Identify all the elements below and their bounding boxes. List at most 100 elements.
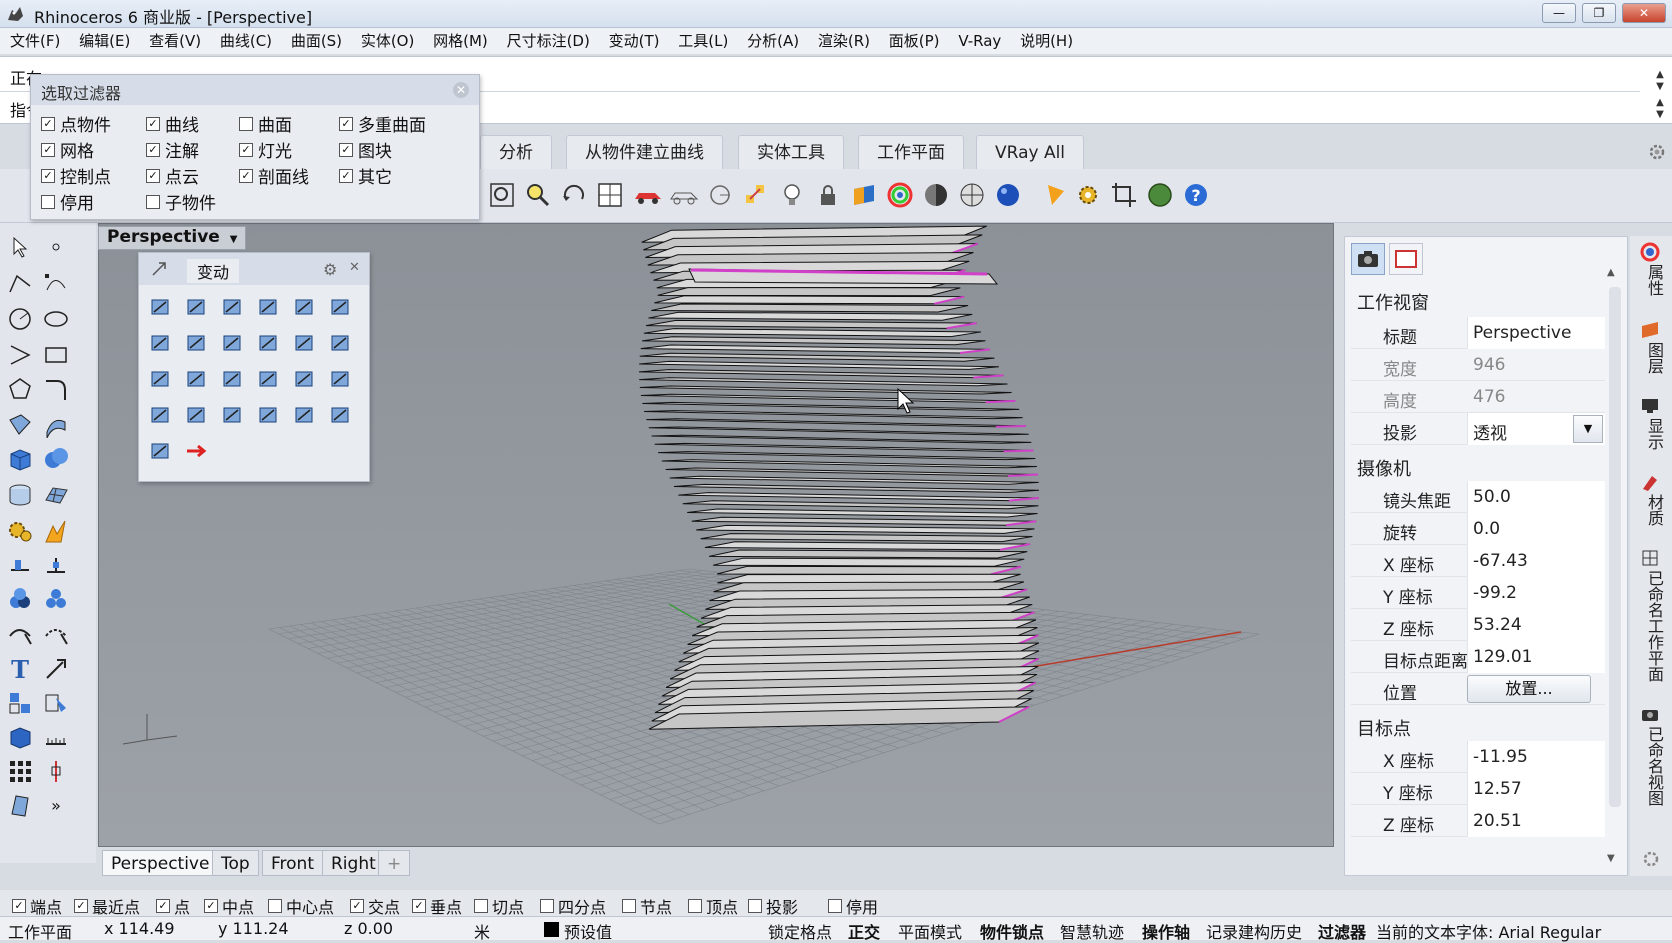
checkbox-box[interactable]: ✓ — [41, 116, 55, 131]
set-pt-icon[interactable] — [289, 363, 321, 395]
vp-tab-top[interactable]: Top — [212, 850, 259, 876]
camera-icon[interactable] — [1351, 243, 1385, 275]
status-gumball[interactable]: 操作轴 — [1142, 919, 1190, 943]
spotlight-icon[interactable] — [1040, 179, 1072, 211]
side-tab-layers[interactable]: 图层 — [1634, 342, 1666, 374]
tab-analyze[interactable]: 分析 — [480, 135, 552, 169]
menu-surface[interactable]: 曲面(S) — [286, 28, 347, 54]
render-gear-icon[interactable] — [4, 515, 36, 547]
panel-scrollbar[interactable] — [1609, 287, 1621, 807]
status-grid-snap[interactable]: 锁定格点 — [768, 919, 832, 943]
menu-curve[interactable]: 曲线(C) — [215, 28, 277, 54]
box-solid-icon[interactable] — [4, 443, 36, 475]
menu-file[interactable]: 文件(F) — [5, 28, 65, 54]
menu-vray[interactable]: V-Ray — [953, 28, 1006, 54]
status-layer[interactable]: 预设值 — [564, 919, 612, 943]
transform-panel-close-icon[interactable]: ✕ — [349, 260, 360, 275]
side-tab-named-views[interactable]: 已命名视图 — [1634, 726, 1666, 806]
circle-icon[interactable] — [4, 303, 36, 335]
menu-analyze[interactable]: 分析(A) — [742, 28, 804, 54]
align-icon[interactable] — [217, 327, 249, 359]
point-icon[interactable] — [40, 231, 72, 263]
menu-transform[interactable]: 变动(T) — [604, 28, 665, 54]
checkbox-box[interactable]: ✓ — [41, 142, 55, 157]
filter-checkbox-11[interactable]: ✓ 其它 — [339, 163, 392, 188]
filter-checkbox-13[interactable]: 子物件 — [146, 189, 216, 214]
array-icon[interactable] — [4, 755, 36, 787]
taper-icon[interactable] — [325, 327, 357, 359]
checkbox-box[interactable]: ✓ — [204, 899, 218, 913]
block-icon[interactable] — [40, 687, 72, 719]
transform-panel-gear-icon[interactable]: ⚙ — [323, 260, 337, 279]
menu-tools[interactable]: 工具(L) — [673, 28, 733, 54]
shaded-sphere-icon[interactable] — [920, 179, 952, 211]
render-sphere-blue-icon[interactable] — [992, 179, 1024, 211]
lock-icon[interactable] — [812, 179, 844, 211]
bend-icon[interactable] — [4, 789, 36, 821]
ellipse-icon[interactable] — [40, 303, 72, 335]
gears-icon[interactable] — [1072, 179, 1104, 211]
checkbox-box[interactable]: ✓ — [239, 168, 253, 183]
cube-icon[interactable] — [4, 721, 36, 753]
move-icon[interactable] — [145, 291, 177, 323]
flow-surface-icon[interactable] — [253, 399, 285, 431]
place-camera-button[interactable]: 放置... — [1467, 675, 1591, 703]
zoom-window-icon[interactable] — [522, 179, 554, 211]
maximize-button[interactable]: ❐ — [1582, 3, 1616, 23]
side-tab-display[interactable]: 显示 — [1634, 418, 1666, 450]
checkbox-box[interactable]: ✓ — [339, 142, 353, 157]
explode-icon[interactable] — [40, 515, 72, 547]
status-filter[interactable]: 过滤器 — [1318, 919, 1366, 943]
osnap-checkbox-5[interactable]: ✓ 交点 — [350, 894, 400, 918]
array-circle-icon[interactable] — [181, 363, 213, 395]
checkbox-box[interactable] — [828, 899, 842, 913]
side-tab-materials[interactable]: 材质 — [1634, 494, 1666, 526]
viewport-title[interactable]: Perspective ▼ — [98, 226, 247, 250]
gumball-icon[interactable] — [40, 755, 72, 787]
menu-panels[interactable]: 面板(P) — [884, 28, 945, 54]
arc-icon[interactable] — [4, 339, 36, 371]
osnap-checkbox-2[interactable]: ✓ 点 — [156, 894, 190, 918]
menu-help[interactable]: 说明(H) — [1015, 28, 1078, 54]
select-filter-close-icon[interactable]: ✕ — [453, 82, 469, 98]
panel-scroll-up-icon[interactable]: ▲ — [1607, 267, 1619, 283]
array-rect-icon[interactable] — [145, 363, 177, 395]
osnap-checkbox-0[interactable]: ✓ 端点 — [12, 894, 62, 918]
zoom-extents-icon[interactable] — [486, 179, 518, 211]
history-scroll-down-icon[interactable]: ▼ — [1652, 81, 1668, 95]
control-point-curve-icon[interactable] — [40, 267, 72, 299]
status-cplane[interactable]: 工作平面 — [8, 919, 72, 943]
osnap-checkbox-8[interactable]: 四分点 — [540, 894, 606, 918]
side-tab-named-cplanes[interactable]: 已命名工作平面 — [1634, 570, 1666, 682]
checkbox-box[interactable]: ✓ — [339, 116, 353, 131]
wireframe-car-icon[interactable] — [668, 179, 700, 211]
checkbox-box[interactable] — [688, 899, 702, 913]
osnap-checkbox-3[interactable]: ✓ 中点 — [204, 894, 254, 918]
cage-icon[interactable] — [181, 399, 213, 431]
trim-icon[interactable] — [4, 619, 36, 651]
checkbox-box[interactable] — [622, 899, 636, 913]
twist-box-icon[interactable] — [325, 399, 357, 431]
crop-tool-icon[interactable] — [1108, 179, 1140, 211]
side-tab-properties[interactable]: 属性 — [1634, 264, 1666, 296]
polyline-icon[interactable] — [4, 267, 36, 299]
filter-checkbox-2[interactable]: 曲面 — [239, 111, 292, 136]
fillet-curve-icon[interactable] — [40, 373, 72, 405]
status-planar[interactable]: 平面模式 — [898, 919, 962, 943]
panel-scroll-down-icon[interactable]: ▼ — [1607, 853, 1619, 869]
close-button[interactable]: ✕ — [1622, 3, 1666, 23]
dimension-icon[interactable] — [4, 549, 36, 581]
osnap-checkbox-7[interactable]: 切点 — [474, 894, 524, 918]
more-tools-icon[interactable]: » — [40, 789, 72, 821]
filter-checkbox-0[interactable]: ✓ 点物件 — [41, 111, 111, 136]
osnap-checkbox-11[interactable]: 投影 — [748, 894, 798, 918]
vp-tab-front[interactable]: Front — [262, 850, 323, 876]
cplane-icon[interactable] — [704, 179, 736, 211]
move-arrow-icon[interactable] — [40, 653, 72, 685]
checkbox-box[interactable] — [41, 194, 55, 209]
select-filter-header[interactable]: 选取过滤器 ✕ — [31, 75, 479, 105]
checkbox-box[interactable]: ✓ — [339, 168, 353, 183]
checkbox-box[interactable]: ✓ — [146, 142, 160, 157]
filter-checkbox-6[interactable]: ✓ 灯光 — [239, 137, 292, 162]
array-curve-icon[interactable] — [253, 363, 285, 395]
